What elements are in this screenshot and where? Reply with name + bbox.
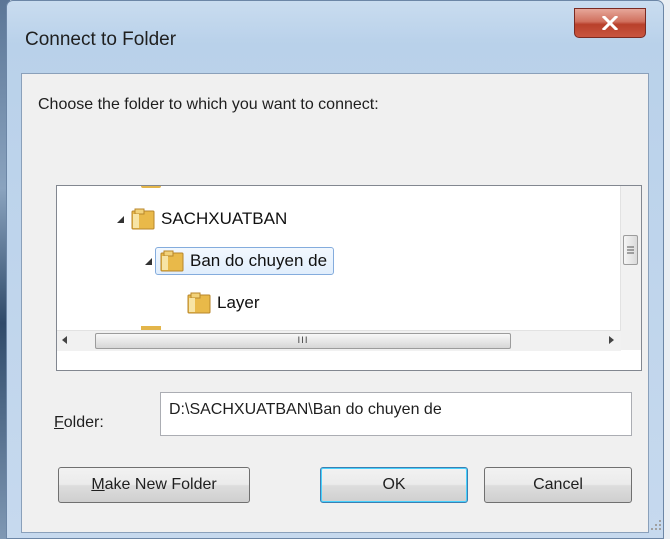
make-new-folder-accelerator: M <box>91 476 105 493</box>
folder-icon <box>131 208 155 230</box>
selected-item-highlight: Ban do chuyen de <box>155 247 335 275</box>
tree-item-label: SACHXUATBAN <box>161 209 288 228</box>
tree-item-layer[interactable]: Layer <box>181 286 260 320</box>
make-new-folder-button[interactable]: Make New Folder <box>58 467 250 503</box>
folder-icon <box>160 250 184 272</box>
vertical-scroll-thumb[interactable] <box>623 235 638 265</box>
scroll-corner <box>621 330 641 350</box>
expanded-arrow-icon[interactable] <box>115 214 125 224</box>
partial-folder-icon <box>141 186 161 188</box>
resize-grip-icon[interactable] <box>650 519 662 531</box>
horizontal-scrollbar[interactable]: III <box>57 330 621 351</box>
tree-item-label: Layer <box>217 293 260 312</box>
make-new-folder-label: ake New Folder <box>104 476 217 493</box>
cancel-button[interactable]: Cancel <box>484 467 632 503</box>
instruction-text: Choose the folder to which you want to c… <box>38 96 379 113</box>
vertical-scrollbar[interactable] <box>620 186 641 330</box>
folder-tree[interactable]: SACHXUATBAN Ban do chuyen de Layer III <box>56 185 642 371</box>
folder-label-text: older: <box>63 414 104 431</box>
tree-item-sachxuatban[interactable]: SACHXUATBAN <box>115 202 287 236</box>
horizontal-scroll-thumb[interactable]: III <box>95 333 511 349</box>
tree-content: SACHXUATBAN Ban do chuyen de Layer <box>57 186 617 330</box>
scroll-right-arrow-icon[interactable] <box>607 335 615 345</box>
folder-label-accelerator: F <box>54 414 64 431</box>
tree-item-label: Ban do chuyen de <box>190 251 328 270</box>
close-icon <box>602 16 618 30</box>
ok-button[interactable]: OK <box>320 467 468 503</box>
close-button[interactable] <box>574 8 646 38</box>
folder-icon <box>187 292 211 314</box>
expanded-arrow-icon[interactable] <box>143 256 153 266</box>
folder-label: Folder: <box>54 414 104 432</box>
dialog-title: Connect to Folder <box>25 29 177 50</box>
scroll-left-arrow-icon[interactable] <box>61 335 69 345</box>
folder-path-field[interactable]: D:\SACHXUATBAN\Ban do chuyen de <box>160 392 632 436</box>
tree-item-ban-do-chuyen-de[interactable]: Ban do chuyen de <box>143 244 335 278</box>
